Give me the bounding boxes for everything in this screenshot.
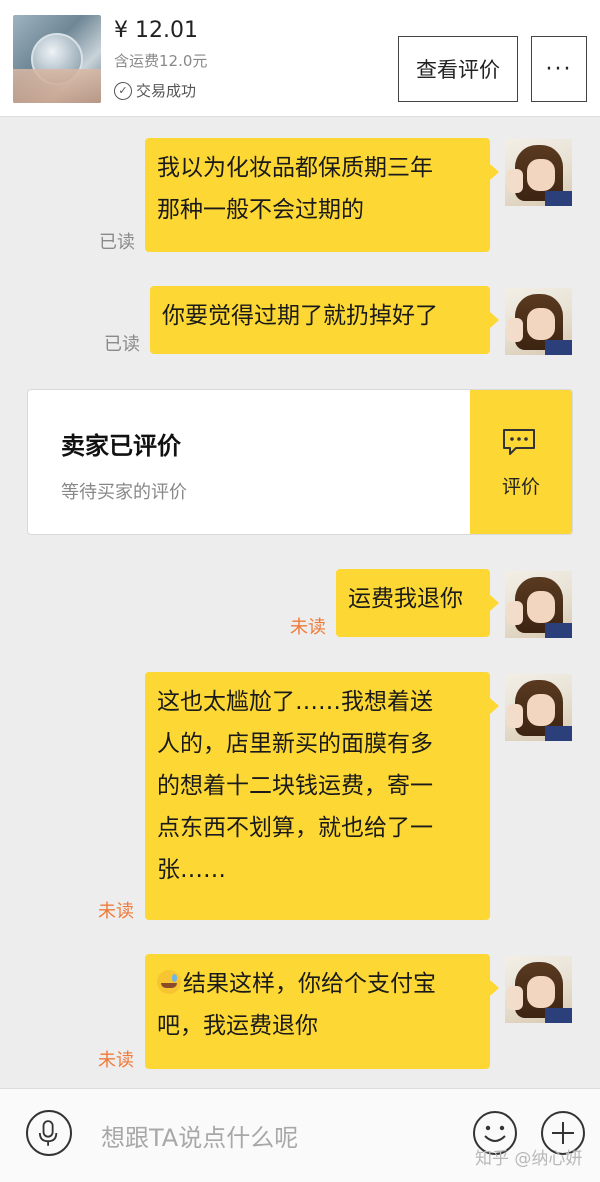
avatar-shirt	[545, 1008, 572, 1023]
sweat-smile-emoji-icon	[157, 970, 181, 994]
order-status: ✓ 交易成功	[114, 80, 196, 101]
bubble-tail	[490, 698, 499, 714]
unread-status: 未读	[98, 901, 134, 922]
read-status: 已读	[104, 334, 140, 355]
bubble-tail	[490, 595, 499, 611]
seller-review-card[interactable]: 卖家已评价 等待买家的评价 评价	[27, 389, 573, 535]
avatar-hand	[507, 318, 523, 342]
watermark-text: 知乎 @纳心妍	[475, 1149, 583, 1169]
avatar-shirt	[545, 340, 572, 355]
unread-status: 未读	[98, 1050, 134, 1071]
message-line: 吧，我运费退你	[157, 1013, 318, 1039]
product-image-hand	[13, 69, 101, 103]
review-card-title: 卖家已评价	[61, 432, 181, 460]
more-dots-icon: ···	[545, 56, 573, 82]
view-review-button[interactable]: 查看评价	[398, 36, 518, 102]
avatar[interactable]	[505, 956, 572, 1023]
message-line: 张……	[157, 857, 226, 883]
review-card-subtitle: 等待买家的评价	[61, 482, 187, 503]
message-line: 我以为化妆品都保质期三年	[157, 155, 433, 181]
message-line: 这也太尴尬了……我想着送	[157, 689, 433, 715]
message-bubble[interactable]: 运费我退你	[336, 569, 490, 637]
microphone-icon[interactable]	[26, 1110, 72, 1156]
avatar[interactable]	[505, 571, 572, 638]
avatar[interactable]	[505, 139, 572, 206]
avatar-shirt	[545, 191, 572, 206]
message-bubble[interactable]: 这也太尴尬了……我想着送 人的，店里新买的面膜有多 的想着十二块钱运费，寄一 点…	[145, 672, 490, 920]
message-input[interactable]: 想跟TA说点什么呢	[101, 1118, 298, 1153]
review-action-button[interactable]: 评价	[470, 390, 572, 534]
review-action-label: 评价	[501, 476, 540, 498]
message-bubble[interactable]: 结果这样，你给个支付宝 吧，我运费退你	[145, 954, 490, 1069]
avatar-face	[527, 976, 555, 1008]
product-thumbnail[interactable]	[13, 15, 101, 103]
read-status: 已读	[99, 232, 135, 253]
avatar[interactable]	[505, 674, 572, 741]
avatar-shirt	[545, 726, 572, 741]
avatar-face	[527, 308, 555, 340]
avatar-shirt	[545, 623, 572, 638]
bubble-tail	[490, 312, 499, 328]
avatar-hand	[507, 986, 523, 1010]
message-line: 的想着十二块钱运费，寄一	[157, 773, 433, 799]
bubble-tail	[490, 980, 499, 996]
message-line: 运费我退你	[348, 586, 463, 612]
order-price: ¥ 12.01	[114, 18, 198, 43]
order-header: ¥ 12.01 含运费12.0元 ✓ 交易成功 查看评价 ···	[0, 0, 600, 117]
message-bubble[interactable]: 我以为化妆品都保质期三年 那种一般不会过期的	[145, 138, 490, 252]
message-line: 那种一般不会过期的	[157, 197, 364, 223]
avatar[interactable]	[505, 288, 572, 355]
avatar-hand	[507, 601, 523, 625]
avatar-face	[527, 159, 555, 191]
more-button[interactable]: ···	[531, 36, 587, 102]
avatar-face	[527, 694, 555, 726]
avatar-hand	[507, 169, 523, 193]
comment-icon	[503, 429, 535, 455]
message-text: 结果这样，你给个支付宝	[183, 971, 436, 997]
message-line: 结果这样，你给个支付宝	[157, 963, 478, 1005]
unread-status: 未读	[290, 617, 326, 638]
shipping-fee: 含运费12.0元	[114, 52, 208, 70]
message-bubble[interactable]: 你要觉得过期了就扔掉好了	[150, 286, 490, 354]
bubble-tail	[490, 164, 499, 180]
order-status-text: 交易成功	[136, 82, 197, 100]
message-line: 你要觉得过期了就扔掉好了	[162, 303, 438, 329]
message-line: 点东西不划算，就也给了一	[157, 815, 433, 841]
check-circle-icon: ✓	[114, 81, 132, 100]
message-line: 人的，店里新买的面膜有多	[157, 731, 433, 757]
avatar-face	[527, 591, 555, 623]
avatar-hand	[507, 704, 523, 728]
